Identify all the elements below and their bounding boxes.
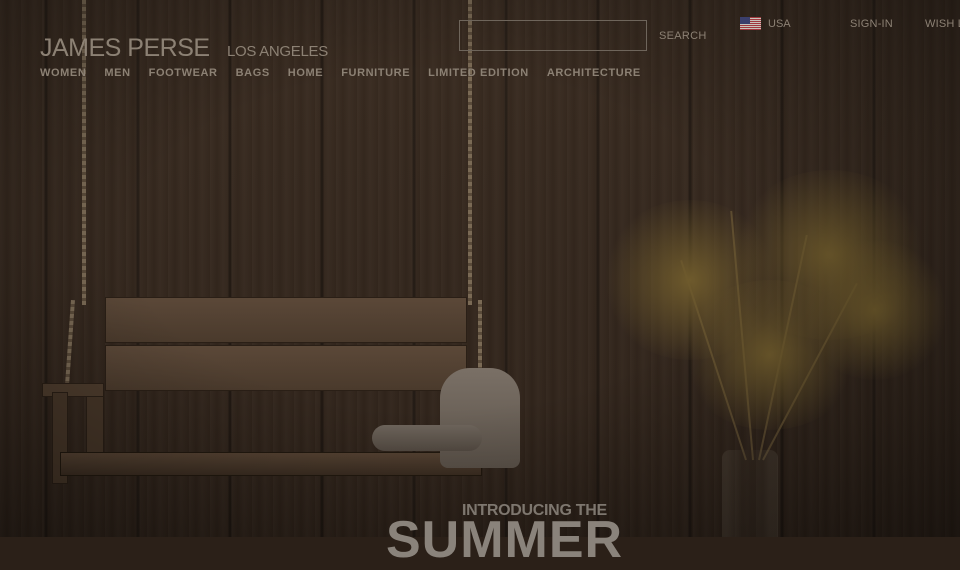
nav-item-men[interactable]: MEN xyxy=(104,67,130,79)
sign-in-link[interactable]: SIGN-IN xyxy=(850,18,893,30)
search-button[interactable]: SEARCH xyxy=(659,30,707,42)
country-selector[interactable]: USA xyxy=(768,18,791,30)
nav-item-home[interactable]: HOME xyxy=(288,67,323,79)
search-input[interactable] xyxy=(459,20,647,51)
wish-list-link[interactable]: WISH LIST xyxy=(925,18,960,30)
nav-item-footwear[interactable]: FOOTWEAR xyxy=(149,67,218,79)
brand-location[interactable]: LOS ANGELES xyxy=(227,43,328,60)
main-nav: WOMEN MEN FOOTWEAR BAGS HOME FURNITURE L… xyxy=(40,67,659,79)
nav-item-furniture[interactable]: FURNITURE xyxy=(341,67,410,79)
nav-item-architecture[interactable]: ARCHITECTURE xyxy=(547,67,641,79)
nav-item-women[interactable]: WOMEN xyxy=(40,67,86,79)
nav-item-bags[interactable]: BAGS xyxy=(236,67,270,79)
nav-item-limited-edition[interactable]: LIMITED EDITION xyxy=(428,67,529,79)
hero-image xyxy=(0,0,960,537)
hero-headline: SUMMER xyxy=(386,511,624,569)
brand-logo[interactable]: JAMES PERSE xyxy=(40,34,210,63)
us-flag-icon[interactable] xyxy=(740,17,761,30)
hero-overlay xyxy=(0,0,960,537)
